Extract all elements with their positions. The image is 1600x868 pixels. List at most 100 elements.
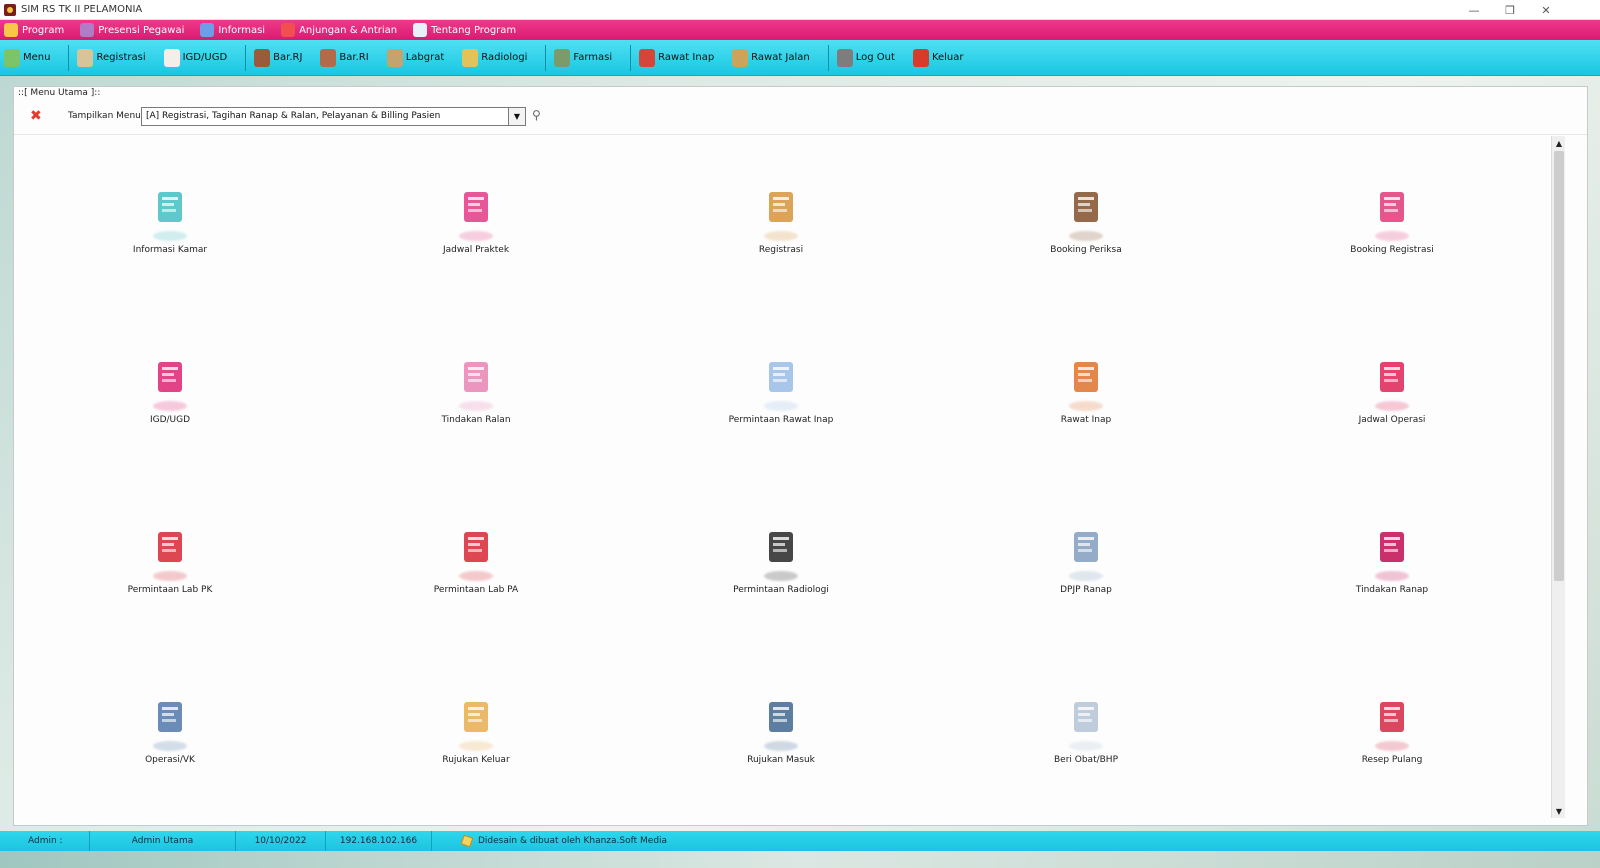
tile-permintaan-lab-pk[interactable]: Permintaan Lab PK <box>70 526 270 656</box>
toolbar-item-label: Bar.RJ <box>273 52 303 63</box>
tile-permintaan-lab-pa[interactable]: Permintaan Lab PA <box>376 526 576 656</box>
tile-rujukan-masuk[interactable]: Rujukan Masuk <box>681 696 881 826</box>
flask-icon <box>148 526 192 570</box>
title-bar: SIM RS TK II PELAMONIA — ❐ ✕ <box>0 0 1600 20</box>
status-bar: Admin : Admin Utama 10/10/2022 192.168.1… <box>0 831 1600 851</box>
status-credit-text: Didesain & dibuat oleh Khanza.Soft Media <box>478 836 668 846</box>
tile-label: Jadwal Operasi <box>1358 415 1426 425</box>
tile-jadwal-operasi[interactable]: Jadwal Operasi <box>1292 356 1492 486</box>
toolbar-keluar-button[interactable]: Keluar <box>912 48 964 67</box>
tile-resep-pulang[interactable]: Resep Pulang <box>1292 696 1492 826</box>
tile-permintaan-radiologi[interactable]: Permintaan Radiologi <box>681 526 881 656</box>
menu-tentang-program[interactable]: Tentang Program <box>413 23 516 37</box>
vertical-scrollbar[interactable]: ▲ ▼ <box>1551 136 1565 818</box>
first-aid-kit-icon <box>1064 696 1108 740</box>
tile-jadwal-praktek[interactable]: Jadwal Praktek <box>376 186 576 316</box>
books-stack-icon <box>320 48 337 67</box>
outpatient-icon <box>732 48 749 67</box>
tile-igd-ugd[interactable]: IGD/UGD <box>70 356 270 486</box>
tile-label: Jadwal Praktek <box>442 245 510 255</box>
toolbar-log-out-button[interactable]: Log Out <box>836 48 895 67</box>
icon-reflection <box>459 741 493 751</box>
tile-tindakan-ralan[interactable]: Tindakan Ralan <box>376 356 576 486</box>
menu-filter-select[interactable]: [A] Registrasi, Tagihan Ranap & Ralan, P… <box>141 107 526 126</box>
tile-label: Operasi/VK <box>145 755 195 765</box>
icon-reflection <box>1069 401 1103 411</box>
close-window-button[interactable]: ✕ <box>1528 0 1564 20</box>
prescription-icon <box>1370 696 1414 740</box>
status-credit: Didesain & dibuat oleh Khanza.Soft Media <box>432 831 677 851</box>
infusion-icon <box>454 356 498 400</box>
doctors-group-icon <box>454 186 498 230</box>
restore-button[interactable]: ❐ <box>1492 0 1528 20</box>
menu-program[interactable]: Program <box>4 23 64 37</box>
tile-operasi-vk[interactable]: Operasi/VK <box>70 696 270 826</box>
tile-tindakan-ranap[interactable]: Tindakan Ranap <box>1292 526 1492 656</box>
menu-anjungan-antrian[interactable]: Anjungan & Antrian <box>281 23 397 37</box>
main-menu-panel: ::[ Menu Utama ]:: ✖ Tampilkan Menu : [A… <box>13 86 1588 826</box>
tile-label: Permintaan Radiologi <box>733 585 829 595</box>
tile-booking-registrasi[interactable]: Booking Registrasi <box>1292 186 1492 316</box>
chevron-down-icon[interactable]: ▼ <box>508 107 526 126</box>
person-icon <box>80 23 95 37</box>
icon-reflection <box>153 741 187 751</box>
menu-item-label: Tentang Program <box>431 24 517 36</box>
toolbar-bar-rj-button[interactable]: Bar.RJ <box>254 48 303 67</box>
tile-dpjp-ranap[interactable]: DPJP Ranap <box>986 526 1186 656</box>
toolbar-registrasi-button[interactable]: Registrasi <box>77 48 146 67</box>
lab-icon <box>386 48 403 67</box>
tile-label: Booking Periksa <box>1050 245 1122 255</box>
tile-beri-obat-bhp[interactable]: Beri Obat/BHP <box>986 696 1186 826</box>
icon-reflection <box>1375 571 1409 581</box>
toolbar-rawat-jalan-button[interactable]: Rawat Jalan <box>732 48 810 67</box>
toolbar-labgrat-button[interactable]: Labgrat <box>386 48 444 67</box>
toolbar-rawat-inap-button[interactable]: Rawat Inap <box>639 48 714 67</box>
tile-label: Permintaan Lab PA <box>433 585 519 595</box>
scroll-up-arrow-icon[interactable]: ▲ <box>1552 136 1566 150</box>
panel-caption: ::[ Menu Utama ]:: <box>16 88 103 98</box>
window-title: SIM RS TK II PELAMONIA <box>21 4 143 15</box>
app-logo-icon <box>4 3 16 16</box>
status-ip: 192.168.102.166 <box>326 831 432 851</box>
tile-label: Rawat Inap <box>1060 415 1112 425</box>
icon-reflection <box>153 571 187 581</box>
tile-rujukan-keluar[interactable]: Rujukan Keluar <box>376 696 576 826</box>
icon-reflection <box>1375 231 1409 241</box>
toolbar-radiologi-button[interactable]: Radiologi <box>462 48 527 67</box>
toolbar-menu-button[interactable]: Menu <box>4 48 50 67</box>
minimize-button[interactable]: — <box>1456 0 1492 20</box>
tile-informasi-kamar[interactable]: Informasi Kamar <box>70 186 270 316</box>
search-icon[interactable]: ⚲ <box>532 108 548 124</box>
icon-reflection <box>1069 741 1103 751</box>
address-book-icon <box>1064 186 1108 230</box>
status-date: 10/10/2022 <box>236 831 326 851</box>
scroll-down-arrow-icon[interactable]: ▼ <box>1552 804 1566 818</box>
toolbar-item-label: IGD/UGD <box>182 52 228 63</box>
tile-booking-periksa[interactable]: Booking Periksa <box>986 186 1186 316</box>
toolbar-farmasi-button[interactable]: Farmasi <box>554 48 612 67</box>
tile-registrasi[interactable]: Registrasi <box>681 186 881 316</box>
tile-permintaan-rawat-inap[interactable]: Permintaan Rawat Inap <box>681 356 881 486</box>
scroll-thumb[interactable] <box>1554 151 1564 581</box>
toolbar-igd-ugd-button[interactable]: IGD/UGD <box>163 48 228 67</box>
close-panel-icon[interactable]: ✖ <box>30 109 44 123</box>
tile-label: Permintaan Lab PK <box>127 585 213 595</box>
toolbar-item-label: Rawat Jalan <box>751 52 810 63</box>
icon-reflection <box>459 571 493 581</box>
menu-presensi-pegawai[interactable]: Presensi Pegawai <box>80 23 184 37</box>
icon-reflection <box>459 231 493 241</box>
request-paper-icon <box>759 356 803 400</box>
toolbar-bar-ri-button[interactable]: Bar.RI <box>320 48 369 67</box>
tile-label: Resep Pulang <box>1361 755 1423 765</box>
tile-label: Informasi Kamar <box>132 245 208 255</box>
tile-label: Beri Obat/BHP <box>1053 755 1118 765</box>
menu-item-label: Presensi Pegawai <box>98 24 185 36</box>
menu-bar: Program Presensi Pegawai Informasi Anjungan… <box>0 20 1600 40</box>
status-user-label: Admin : <box>0 831 90 851</box>
key-icon <box>4 23 18 37</box>
icon-reflection <box>764 401 798 411</box>
menu-informasi[interactable]: Informasi <box>200 23 265 37</box>
lifebuoy-icon <box>281 23 296 37</box>
tile-rawat-inap[interactable]: Rawat Inap <box>986 356 1186 486</box>
patient-icon <box>163 48 180 67</box>
